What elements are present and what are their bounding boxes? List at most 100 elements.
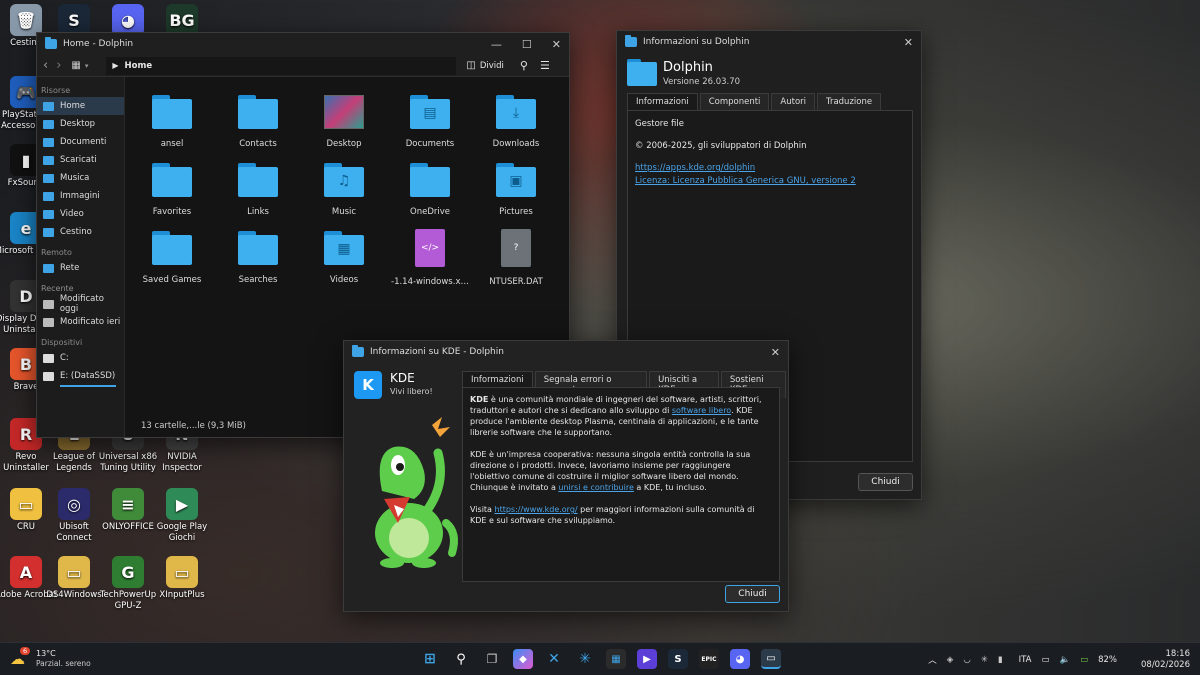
kde-paragraph-2: KDE è un'impresa cooperativa: nessuna si… [470, 449, 772, 493]
kde-connect-icon[interactable]: ✕ [544, 649, 564, 669]
sidebar-item[interactable]: Cestino [37, 223, 124, 241]
steam-icon[interactable]: S [668, 649, 688, 669]
weather-desc: Parzial. sereno [36, 659, 91, 668]
file-item[interactable]: ? NTUSER.DAT [477, 229, 555, 287]
clock[interactable]: 18:16 08/02/2026 [1141, 649, 1190, 671]
app-license-link[interactable]: Licenza: Licenza Pubblica Generica GNU, … [635, 176, 905, 187]
plasma-icon[interactable]: ✳ [575, 649, 595, 669]
minimize-icon[interactable]: — [491, 38, 502, 51]
about-dolphin-tab[interactable]: Autori [771, 93, 816, 110]
file-item[interactable]: Desktop [305, 95, 383, 149]
dolphin-titlebar[interactable]: Home - Dolphin — ☐ ✕ [37, 33, 569, 55]
folder-glyph-icon: ⤓ [512, 105, 520, 121]
sidebar-item[interactable]: Modificato ieri [37, 313, 124, 331]
about-dolphin-tab[interactable]: Traduzione [817, 93, 882, 110]
location-bar[interactable]: ▶ Home [106, 56, 457, 75]
sidebar-item[interactable]: Musica [37, 169, 124, 187]
sidebar-item[interactable]: Scaricati [37, 151, 124, 169]
close-icon[interactable]: ✕ [904, 36, 913, 49]
about-kde-window[interactable]: Informazioni su KDE - Dolphin ✕ K KDE Vi… [343, 340, 789, 612]
about-dolphin-tab[interactable]: Componenti [699, 93, 770, 110]
about-dolphin-titlebar[interactable]: Informazioni su Dolphin ✕ [617, 31, 921, 53]
view-mode-dropdown-icon[interactable]: ▾ [85, 62, 89, 70]
sidebar-item[interactable]: Home [37, 97, 124, 115]
sidebar-item[interactable]: Video [37, 205, 124, 223]
tray-audio-meter-icon[interactable]: ▮ [998, 655, 1003, 665]
tray-app-icon[interactable]: ◈ [947, 655, 954, 665]
about-kde-panel: KDE è una comunità mondiale di ingegneri… [462, 387, 780, 582]
view-mode-icon[interactable]: ▦ [71, 60, 80, 71]
sidebar-item[interactable]: Documenti [37, 133, 124, 151]
file-item[interactable]: Favorites [133, 163, 211, 217]
menu-icon[interactable]: ☰ [540, 59, 550, 72]
search-icon[interactable]: ⚲ [451, 649, 471, 669]
language-indicator[interactable]: ITA [1019, 655, 1032, 665]
windows-start-icon[interactable]: ⊞ [420, 649, 440, 669]
file-item[interactable]: ▣ Pictures [477, 163, 555, 217]
sidebar-item[interactable]: Immagini [37, 187, 124, 205]
about-dolphin-title: Informazioni su Dolphin [643, 37, 750, 47]
maximize-icon[interactable]: ☐ [522, 38, 532, 51]
sidebar-item[interactable]: E: (DataSSD) [37, 367, 124, 385]
join-contribute-link[interactable]: unirsi e contribuire [558, 483, 633, 492]
sidebar-item[interactable]: Rete [37, 259, 124, 277]
volume-icon[interactable]: 🔈 [1059, 655, 1070, 665]
close-button[interactable]: Chiudi [725, 585, 780, 603]
folder-icon [43, 173, 54, 183]
sidebar-item[interactable]: Desktop [37, 115, 124, 133]
copilot-icon[interactable]: ◆ [513, 649, 533, 669]
free-software-link[interactable]: software libero [672, 406, 731, 415]
desktop-icon[interactable]: ▭ XInputPlus [150, 556, 214, 601]
about-dolphin-tab[interactable]: Informazioni [627, 93, 698, 110]
back-icon[interactable]: ‹ [43, 58, 48, 73]
split-view-icon[interactable]: ◫ [466, 60, 475, 71]
file-item[interactable]: ⤓ Downloads [477, 95, 555, 149]
drive-usage-bar [60, 385, 116, 387]
close-icon[interactable]: ✕ [771, 346, 780, 359]
about-kde-titlebar[interactable]: Informazioni su KDE - Dolphin ✕ [344, 341, 788, 363]
file-item[interactable]: Links [219, 163, 297, 217]
file-name: Music [331, 207, 357, 217]
app-homepage-link[interactable]: https://apps.kde.org/dolphin [635, 163, 905, 174]
task-view-icon[interactable]: ❐ [482, 649, 502, 669]
folder-icon [43, 299, 54, 309]
file-item[interactable]: ▦ Videos [305, 231, 383, 287]
epic-games-icon[interactable]: EPIC [699, 649, 719, 669]
file-item[interactable]: Contacts [219, 95, 297, 149]
tray-chevron-icon[interactable]: ︿ [928, 654, 937, 666]
split-view-button[interactable]: Dividi [480, 61, 504, 71]
desktop-folder-icon [324, 95, 364, 129]
battery-icon[interactable]: ▭ [1080, 655, 1088, 665]
desktop-icon[interactable]: ▶ Google Play Giochi [150, 488, 214, 544]
file-item[interactable]: OneDrive [391, 163, 469, 217]
sidebar-item-label: Video [60, 209, 84, 219]
file-item[interactable]: ansel [133, 95, 211, 149]
kde-p3-text-a: Visita [470, 505, 495, 514]
media-player-icon[interactable]: ▶ [637, 649, 657, 669]
sidebar-item[interactable]: Modificato oggi [37, 294, 124, 314]
close-button[interactable]: Chiudi [858, 473, 913, 491]
sidebar-item[interactable]: C: [37, 349, 124, 367]
tray-controller-icon[interactable]: ◡ [963, 655, 970, 665]
folder-icon: ♫ [324, 163, 364, 197]
dolphin-taskbar-icon[interactable]: ▭ [761, 649, 781, 669]
file-name: Downloads [492, 139, 540, 149]
discord-icon[interactable]: ◕ [730, 649, 750, 669]
desktop-app-icon: ▭ [10, 488, 42, 520]
file-name: Pictures [499, 207, 533, 217]
file-item[interactable]: Saved Games [133, 231, 211, 287]
status-bar: 13 cartelle,...le (9,3 MiB) [141, 421, 246, 431]
kde-website-link[interactable]: https://www.kde.org/ [495, 505, 578, 514]
display-icon[interactable]: ▭ [1041, 655, 1049, 665]
search-icon[interactable]: ⚲ [520, 59, 528, 72]
tray-kde-icon[interactable]: ✳ [981, 655, 988, 665]
weather-widget[interactable]: ☁ 6 13°C Parzial. sereno [10, 647, 120, 669]
forward-icon[interactable]: › [56, 58, 61, 73]
file-item[interactable]: ▤ Documents [391, 95, 469, 149]
file-item[interactable]: Searches [219, 231, 297, 287]
breadcrumb-home[interactable]: Home [125, 61, 153, 71]
close-icon[interactable]: ✕ [552, 38, 561, 51]
file-item[interactable]: ♫ Music [305, 163, 383, 217]
store-icon[interactable]: ▦ [606, 649, 626, 669]
file-item[interactable]: </> -1.14-windows.xml [391, 229, 469, 287]
